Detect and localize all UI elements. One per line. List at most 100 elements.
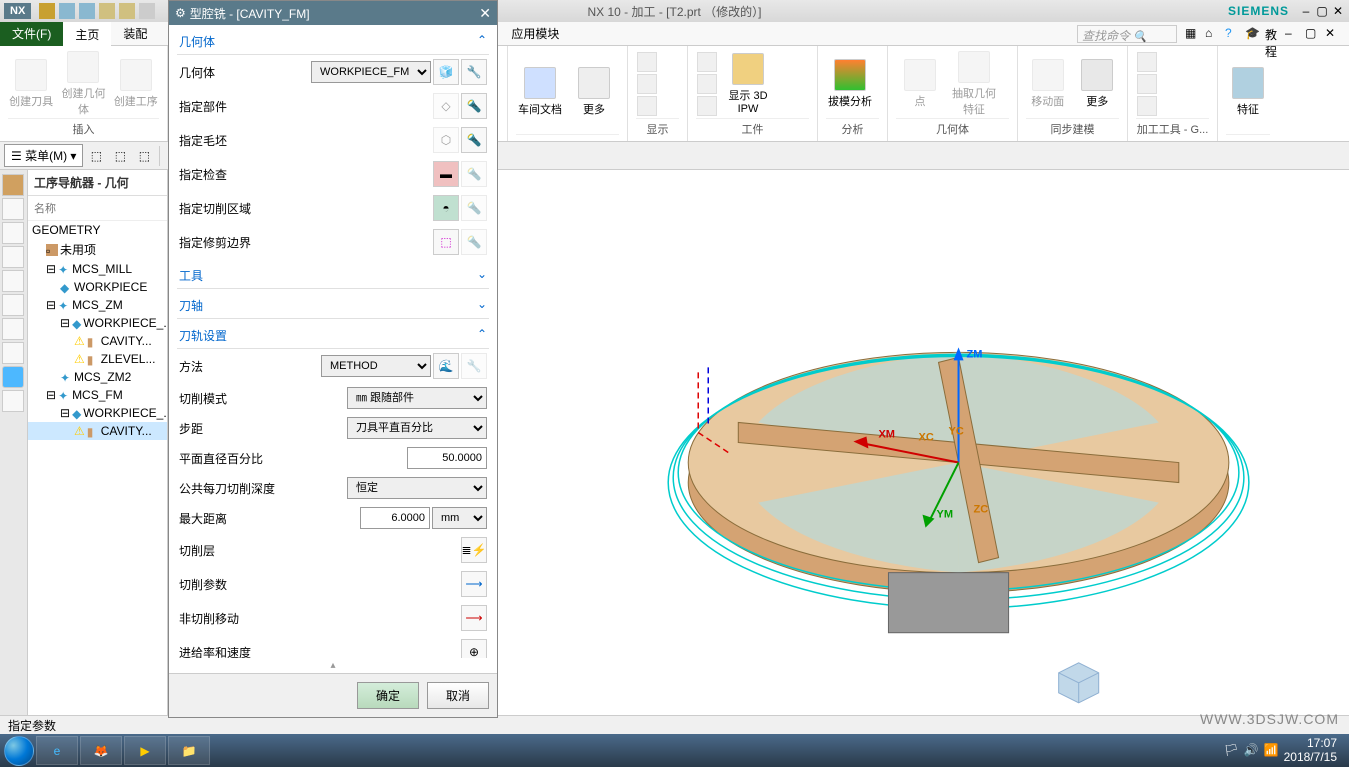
tray-time[interactable]: 17:07	[1284, 737, 1337, 750]
tree-cavity-fm[interactable]: ⚠▮CAVITY...	[28, 422, 167, 440]
tool-btn-3[interactable]	[1137, 96, 1157, 116]
draft-analysis-button[interactable]: 拔模分析	[826, 59, 874, 109]
point-button[interactable]: 点	[896, 59, 944, 109]
nav-history-icon[interactable]	[2, 270, 24, 292]
flatpct-input[interactable]	[407, 447, 487, 469]
tb-btn-3[interactable]: ⬚	[133, 145, 155, 167]
graphics-viewport[interactable]: ZM XM YM XC YC ZC	[498, 170, 1349, 715]
cutarea-select-button[interactable]: ◓	[433, 195, 459, 221]
tree-cavity-1[interactable]: ⚠▮CAVITY...	[28, 332, 167, 350]
taskbar-ie[interactable]: e	[36, 736, 78, 765]
close-button[interactable]: ✕	[1331, 4, 1345, 18]
qat-more-icon[interactable]	[139, 3, 155, 19]
nav-assy-icon[interactable]	[2, 222, 24, 244]
more-actions-button[interactable]: 更多	[570, 67, 618, 117]
cancel-button[interactable]: 取消	[427, 682, 489, 709]
maxdist-unit-select[interactable]: mm	[432, 507, 487, 529]
method-select[interactable]: METHOD	[321, 355, 431, 377]
tab-assembly[interactable]: 装配	[111, 21, 159, 46]
tray-volume-icon[interactable]: 🔊	[1244, 743, 1260, 759]
redo-icon[interactable]	[79, 3, 95, 19]
navigator-tree[interactable]: GEOMETRY ▫未用项 ⊟✦MCS_MILL ◆WORKPIECE ⊟✦MC…	[28, 221, 167, 715]
tray-date[interactable]: 2018/7/15	[1284, 751, 1337, 764]
blank-display-button[interactable]: 🔦	[461, 127, 487, 153]
command-search[interactable]: 查找命令 🔍	[1077, 25, 1177, 43]
check-display-button[interactable]: 🔦	[461, 161, 487, 187]
geometry-select[interactable]: WORKPIECE_FM	[311, 61, 431, 83]
dialog-titlebar[interactable]: ⚙ 型腔铣 - [CAVITY_FM] ✕	[169, 1, 497, 25]
cutpattern-select[interactable]: ㎜ 跟随部件	[347, 387, 487, 409]
nav-roles-icon[interactable]	[2, 294, 24, 316]
home-icon[interactable]: ⌂	[1205, 26, 1221, 42]
tool-btn-2[interactable]	[1137, 74, 1157, 94]
help-icon[interactable]: ?	[1225, 26, 1241, 42]
tree-workpiece-3[interactable]: ⊟◆WORKPIECE_...	[28, 404, 167, 422]
depthpercut-select[interactable]: 恒定	[347, 477, 487, 499]
display-btn-2[interactable]	[637, 74, 657, 94]
restore-icon[interactable]: ▢	[1305, 26, 1321, 42]
tree-unused[interactable]: ▫未用项	[28, 239, 167, 260]
method-edit-button[interactable]: 🔧	[461, 353, 487, 379]
tray-network-icon[interactable]: 📶	[1264, 743, 1280, 759]
tree-workpiece-1[interactable]: ◆WORKPIECE	[28, 278, 167, 296]
nav-part-icon[interactable]	[2, 198, 24, 220]
paste-icon[interactable]	[119, 3, 135, 19]
section-tool-header[interactable]: 工具⌄	[177, 263, 489, 289]
nav-wifi-icon[interactable]	[2, 366, 24, 388]
min-ribbon-icon[interactable]: –	[1285, 26, 1301, 42]
cutlevels-button[interactable]: ≣⚡	[461, 537, 487, 563]
cutparams-button[interactable]: ⟶	[461, 571, 487, 597]
wp-btn-3[interactable]	[697, 96, 717, 116]
tree-mcs-mill[interactable]: ⊟✦MCS_MILL	[28, 260, 167, 278]
extract-geom-button[interactable]: 抽取几何特征	[950, 51, 998, 117]
taskbar-firefox[interactable]: 🦊	[80, 736, 122, 765]
section-path-header[interactable]: 刀轨设置⌃	[177, 323, 489, 349]
show-ipw-button[interactable]: 显示 3D IPW	[724, 53, 772, 115]
create-tool-button[interactable]: 创建刀具	[8, 59, 54, 109]
tree-geometry[interactable]: GEOMETRY	[28, 221, 167, 239]
taskbar-explorer[interactable]: 📁	[168, 736, 210, 765]
section-geometry-header[interactable]: 几何体⌃	[177, 29, 489, 55]
maximize-button[interactable]: ▢	[1315, 4, 1329, 18]
nav-help-icon[interactable]	[2, 342, 24, 364]
tb-btn-1[interactable]: ⬚	[85, 145, 107, 167]
trim-select-button[interactable]: ⬚	[433, 229, 459, 255]
tab-home[interactable]: 主页	[63, 20, 111, 47]
tab-application[interactable]: 应用模块	[499, 21, 571, 46]
save-icon[interactable]	[39, 3, 55, 19]
nav-reuse-icon[interactable]	[2, 246, 24, 268]
nav-navigator-icon[interactable]	[2, 174, 24, 196]
feature-button[interactable]: 特征	[1226, 67, 1270, 117]
tray-flag-icon[interactable]: 🏳	[1224, 743, 1240, 759]
noncut-button[interactable]: ⟶	[461, 605, 487, 631]
minimize-button[interactable]: –	[1299, 4, 1313, 18]
wp-btn-1[interactable]	[697, 52, 717, 72]
tutorial-icon[interactable]: 🎓	[1245, 26, 1261, 42]
blank-select-button[interactable]: ⬡	[433, 127, 459, 153]
tree-mcs-zm[interactable]: ⊟✦MCS_ZM	[28, 296, 167, 314]
copy-icon[interactable]	[99, 3, 115, 19]
geometry-edit-button[interactable]: 🔧	[461, 59, 487, 85]
taskbar-media[interactable]: ▶	[124, 736, 166, 765]
tree-mcs-zm2[interactable]: ✦MCS_ZM2	[28, 368, 167, 386]
display-btn-3[interactable]	[637, 96, 657, 116]
feeds-button[interactable]: ⊕	[461, 639, 487, 658]
ok-button[interactable]: 确定	[357, 682, 419, 709]
nav-more-icon[interactable]	[2, 390, 24, 412]
maxdist-input[interactable]	[360, 507, 430, 529]
tutorial-label[interactable]: 教程	[1265, 26, 1281, 42]
create-geometry-button[interactable]: 创建几何体	[60, 51, 106, 117]
window-layout-icon[interactable]: ▦	[1185, 26, 1201, 42]
nav-web-icon[interactable]	[2, 318, 24, 340]
navigator-column-name[interactable]: 名称	[28, 196, 167, 221]
moveface-button[interactable]: 移动面	[1026, 59, 1070, 109]
geometry-new-button[interactable]: 🧊	[433, 59, 459, 85]
tree-workpiece-2[interactable]: ⊟◆WORKPIECE_...	[28, 314, 167, 332]
file-menu[interactable]: 文件(F)	[0, 21, 63, 46]
trim-display-button[interactable]: 🔦	[461, 229, 487, 255]
part-select-button[interactable]: ◇	[433, 93, 459, 119]
dialog-close-button[interactable]: ✕	[479, 5, 491, 22]
tool-btn-1[interactable]	[1137, 52, 1157, 72]
method-inherit-button[interactable]: 🌊	[433, 353, 459, 379]
tb-btn-2[interactable]: ⬚	[109, 145, 131, 167]
